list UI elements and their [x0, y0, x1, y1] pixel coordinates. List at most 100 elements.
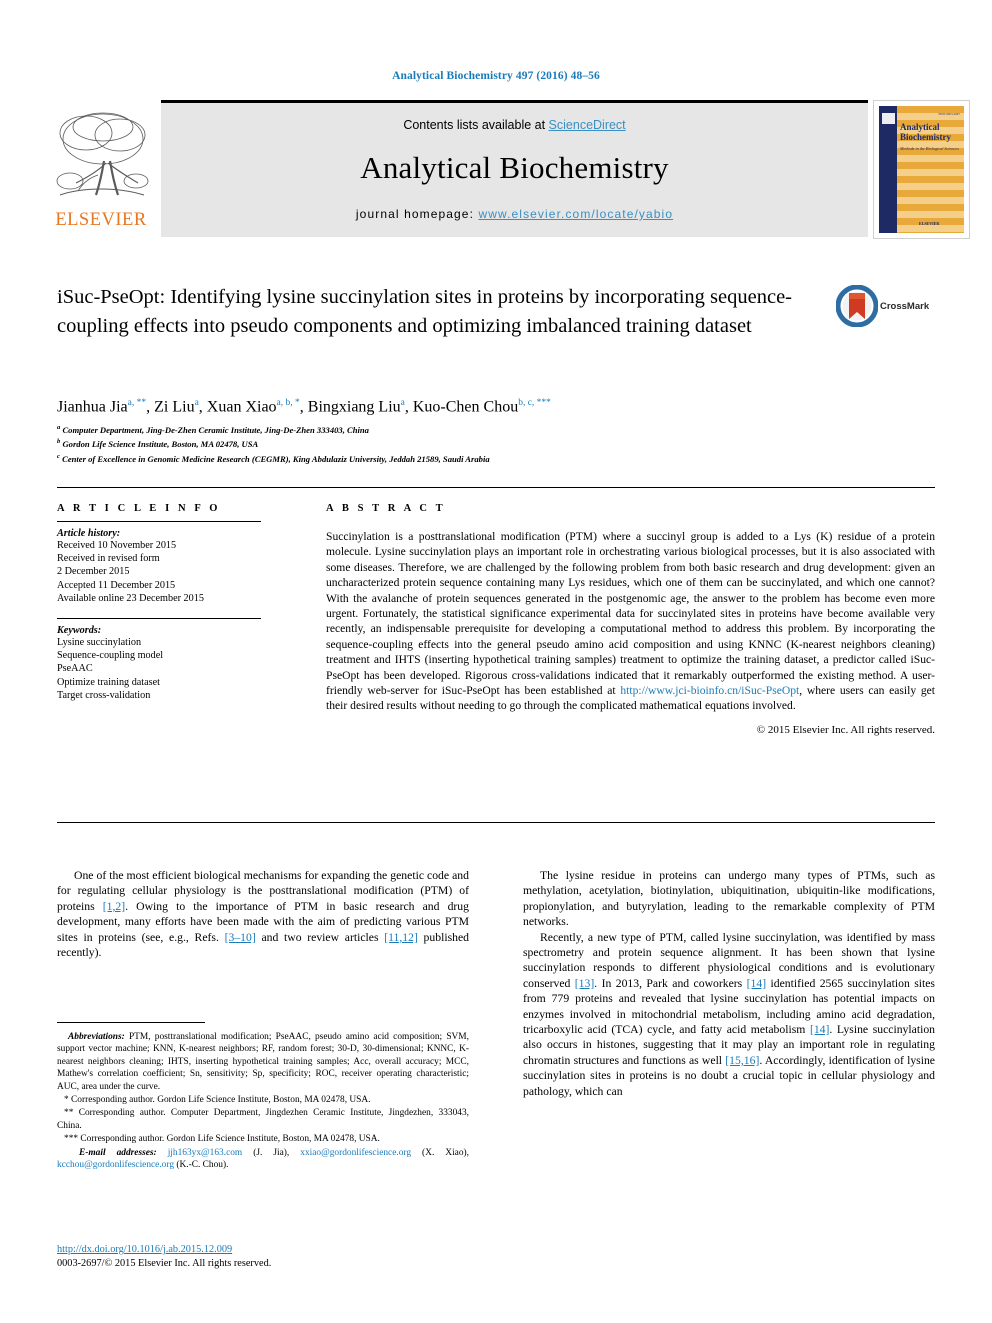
journal-title: Analytical Biochemistry [360, 150, 669, 185]
corresponding-text: Corresponding author. Gordon Life Scienc… [78, 1134, 380, 1145]
author-affiliation-marks[interactable]: a [401, 398, 405, 408]
citation-link[interactable]: [11,12] [384, 931, 418, 944]
citation-link[interactable]: [13] [575, 977, 594, 990]
article-page: Analytical Biochemistry 497 (2016) 48–56 [0, 0, 992, 1323]
doi-line: http://dx.doi.org/10.1016/j.ab.2015.12.0… [57, 1243, 507, 1257]
body-paragraph: The lysine residue in proteins can under… [523, 869, 935, 929]
abbreviations-label: Abbreviations: [68, 1032, 125, 1042]
crossmark-label: CrossMark [880, 301, 930, 312]
journal-homepage-line: journal homepage: www.elsevier.com/locat… [161, 207, 868, 221]
cover-title: Analytical Biochemistry [900, 122, 951, 142]
keywords-label: Keywords: [57, 625, 102, 637]
contents-prefix: Contents lists available at [403, 118, 549, 132]
webserver-url-link[interactable]: http://www.jci-bioinfo.cn/iSuc-PseOpt [620, 684, 799, 697]
citation-link[interactable]: [1,2] [103, 900, 125, 913]
abbreviations-footnote: Abbreviations: PTM, posttranslational mo… [57, 1031, 469, 1093]
author-name: Bingxiang Liu [307, 398, 401, 416]
affiliation-mark: b [57, 438, 61, 446]
author-affiliation-marks[interactable]: b, c, *** [518, 398, 551, 408]
citation-link[interactable]: [15,16] [725, 1054, 759, 1067]
keyword-item: Sequence-coupling model [57, 650, 164, 662]
title-block: iSuc-PseOpt: Identifying lysine succinyl… [57, 283, 817, 340]
email-link[interactable]: kcchou@gordonlifescience.org [57, 1160, 174, 1170]
abstract-column: A B S T R A C T Succinylation is a postt… [326, 503, 935, 736]
journal-cover-thumbnail[interactable]: ISSN 0003-2697 Analytical Biochemistry M… [873, 100, 970, 239]
corresponding-author-footnote: * Corresponding author. Gordon Life Scie… [57, 1094, 469, 1106]
email-owner: (K.-C. Chou). [174, 1160, 229, 1171]
email-link[interactable]: jjh163yx@163.com [168, 1148, 243, 1158]
abstract-body: Succinylation is a posttranslational mod… [326, 529, 935, 714]
keyword-item: Target cross-validation [57, 689, 151, 701]
author-affiliation-marks[interactable]: a [195, 398, 199, 408]
info-band-bottom-rule [57, 822, 935, 823]
paragraph-text: and two review articles [255, 930, 385, 944]
author-name: Jianhua Jia [57, 398, 128, 416]
affiliation-list: a Computer Department, Jing-De-Zhen Cera… [57, 422, 877, 465]
article-history-item: Received in revised form [57, 553, 160, 565]
contents-available-line: Contents lists available at ScienceDirec… [161, 118, 868, 132]
cover-inner: ISSN 0003-2697 Analytical Biochemistry M… [879, 106, 964, 233]
affiliation-item: c Center of Excellence in Genomic Medici… [57, 451, 877, 465]
footer-block: http://dx.doi.org/10.1016/j.ab.2015.12.0… [57, 1243, 507, 1271]
affiliation-item: a Computer Department, Jing-De-Zhen Cera… [57, 422, 877, 436]
author-name: Kuo-Chen Chou [412, 398, 519, 416]
crossmark-icon [835, 284, 879, 328]
email-link[interactable]: xxiao@gordonlifescience.org [300, 1148, 411, 1158]
corresponding-text: Corresponding author. Computer Departmen… [57, 1108, 469, 1131]
footnote-block: Abbreviations: PTM, posttranslational mo… [57, 1031, 469, 1171]
affiliation-item: b Gordon Life Science Institute, Boston,… [57, 436, 877, 450]
abstract-part-one: Succinylation is a posttranslational mod… [326, 530, 935, 698]
keywords-rule [57, 618, 261, 620]
corresponding-author-footnote: *** Corresponding author. Gordon Life Sc… [57, 1133, 469, 1145]
keyword-item: Lysine succinylation [57, 637, 142, 649]
journal-masthead: ELSEVIER Contents lists available at Sci… [48, 100, 970, 239]
author-name: Zi Liu [154, 398, 195, 416]
affiliation-mark: c [57, 452, 60, 460]
author-affiliation-marks[interactable]: a, ** [128, 398, 146, 408]
body-paragraph: Recently, a new type of PTM, called lysi… [523, 930, 935, 1099]
author-list: Jianhua Jiaa, **, Zi Liua, Xuan Xiaoa, b… [57, 398, 551, 416]
abstract-heading: A B S T R A C T [326, 503, 446, 514]
elsevier-tree-icon [56, 112, 149, 196]
email-addresses-label: E-mail addresses: [79, 1147, 157, 1158]
sciencedirect-link[interactable]: ScienceDirect [549, 118, 626, 132]
article-info-heading: A R T I C L E I N F O [57, 503, 221, 514]
journal-homepage-link[interactable]: www.elsevier.com/locate/yabio [478, 207, 673, 221]
page-title: iSuc-PseOpt: Identifying lysine succinyl… [57, 286, 793, 337]
email-addresses-footnote: E-mail addresses: jjh163yx@163.com (J. J… [57, 1147, 469, 1172]
cover-issn-code: ISSN 0003-2697 [938, 112, 960, 116]
doi-link[interactable]: http://dx.doi.org/10.1016/j.ab.2015.12.0… [57, 1244, 232, 1255]
citation-link[interactable]: [3–10] [225, 931, 256, 944]
body-column-left: One of the most efficient biological mec… [57, 868, 469, 960]
affiliation-text: Gordon Life Science Institute, Boston, M… [62, 439, 259, 450]
affiliation-text: Computer Department, Jing-De-Zhen Cerami… [62, 424, 369, 435]
article-history-item: Accepted 11 December 2015 [57, 579, 176, 591]
running-head: Analytical Biochemistry 497 (2016) 48–56 [392, 70, 600, 82]
article-info-column: A R T I C L E I N F O Article history: R… [57, 503, 287, 702]
article-info-rule [57, 521, 261, 522]
homepage-prefix: journal homepage: [355, 207, 479, 221]
keyword-item: Optimize training dataset [57, 676, 160, 688]
cover-subtitle: Methods in the Biological Sciences [900, 146, 959, 151]
cover-publisher: ELSEVIER [919, 221, 940, 226]
citation-link[interactable]: [14] [747, 977, 766, 990]
email-owner: (J. Jia), [242, 1147, 301, 1158]
article-history-item: Available online 23 December 2015 [57, 592, 204, 604]
body-column-right: The lysine residue in proteins can under… [523, 868, 935, 1099]
corresponding-author-footnote: ** Corresponding author. Computer Depart… [57, 1107, 469, 1132]
issn-copyright-line: 0003-2697/© 2015 Elsevier Inc. All right… [57, 1258, 272, 1269]
cover-elsevier-mark-icon [882, 113, 895, 124]
crossmark-badge[interactable]: CrossMark [835, 284, 946, 333]
info-band-top-rule [57, 487, 935, 488]
author-affiliation-marks[interactable]: a, b, * [277, 398, 300, 408]
elsevier-wordmark: ELSEVIER [55, 210, 147, 230]
affiliation-text: Center of Excellence in Genomic Medicine… [62, 453, 490, 464]
footnote-separator-rule [57, 1022, 205, 1023]
abstract-copyright: © 2015 Elsevier Inc. All rights reserved… [756, 723, 935, 736]
corresponding-mark: ** [64, 1108, 74, 1119]
article-history-label: Article history: [57, 528, 121, 539]
corresponding-mark: *** [64, 1134, 79, 1145]
citation-link[interactable]: [14] [810, 1023, 829, 1036]
affiliation-mark: a [57, 424, 61, 431]
paragraph-text: . In 2013, Park and coworkers [594, 976, 747, 990]
